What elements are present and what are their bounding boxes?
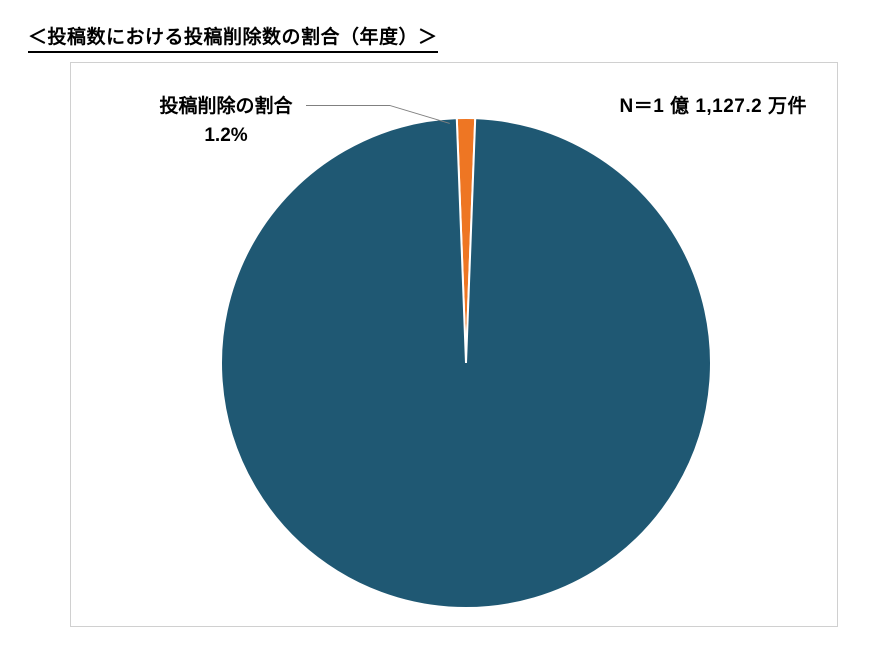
chart-frame: N＝1 億 1,127.2 万件 投稿削除の割合 1.2% bbox=[70, 62, 838, 627]
chart-title-underline bbox=[28, 51, 438, 53]
chart-title: ＜投稿数における投稿削除数の割合（年度）＞ bbox=[28, 22, 438, 49]
chart-title-wrap: ＜投稿数における投稿削除数の割合（年度）＞ bbox=[28, 22, 438, 53]
pie-chart bbox=[71, 63, 839, 628]
